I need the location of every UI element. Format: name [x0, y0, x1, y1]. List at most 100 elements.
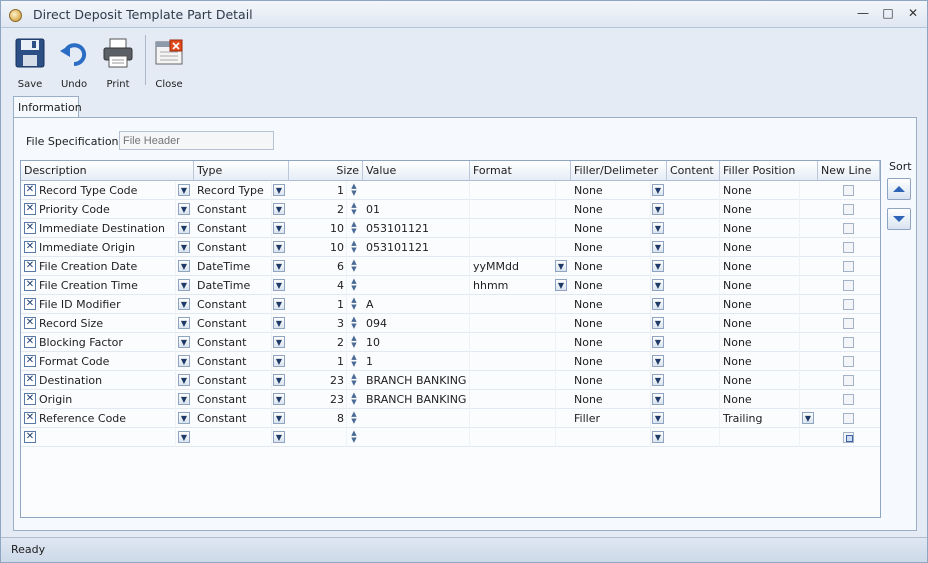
size-cell[interactable]: 2 [289, 200, 347, 219]
filler-dropdown-button[interactable]: ▼ [652, 260, 664, 272]
description-dropdown-button[interactable]: ▼ [178, 393, 190, 405]
filler-cell[interactable]: None [571, 371, 651, 390]
filler-cell[interactable]: None [571, 333, 651, 352]
print-button[interactable]: Print [98, 35, 138, 90]
table-row[interactable]: ✕ Reference Code ▼ Constant ▼ 8 ▲ ▼ Filler ▼ Trail… [21, 409, 880, 428]
new-line-checkbox[interactable] [843, 318, 854, 329]
format-cell[interactable]: hhmm [470, 276, 556, 295]
filler-cell[interactable]: None [571, 257, 651, 276]
description-dropdown-button[interactable]: ▼ [178, 431, 190, 443]
type-cell[interactable]: Constant [194, 314, 272, 333]
description-dropdown-button[interactable]: ▼ [178, 412, 190, 424]
description-dropdown-button[interactable]: ▼ [178, 241, 190, 253]
value-cell[interactable]: 10 [363, 333, 470, 352]
description-dropdown-button[interactable]: ▼ [178, 184, 190, 196]
type-dropdown-button[interactable]: ▼ [273, 241, 285, 253]
format-cell[interactable] [470, 428, 556, 447]
content-cell[interactable] [667, 428, 720, 447]
type-cell[interactable]: Constant [194, 352, 272, 371]
value-cell[interactable]: BRANCH BANKING & [363, 390, 470, 409]
type-cell[interactable]: Record Type [194, 181, 272, 200]
description-cell[interactable]: Record Size [36, 314, 176, 333]
filler-dropdown-button[interactable]: ▼ [652, 203, 664, 215]
filler-position-cell[interactable]: None [720, 276, 800, 295]
format-cell[interactable] [470, 181, 556, 200]
value-cell[interactable] [363, 257, 470, 276]
type-dropdown-button[interactable]: ▼ [273, 222, 285, 234]
size-spinner[interactable]: ▲ ▼ [349, 316, 359, 331]
save-button[interactable]: Save [10, 35, 50, 90]
table-row[interactable]: ✕ File ID Modifier ▼ Constant ▼ 1 ▲ ▼ A None ▼ None [21, 295, 880, 314]
type-cell[interactable]: DateTime [194, 257, 272, 276]
type-dropdown-button[interactable]: ▼ [273, 393, 285, 405]
new-line-checkbox[interactable] [843, 223, 854, 234]
format-cell[interactable] [470, 314, 556, 333]
file-spec-input[interactable] [119, 131, 274, 150]
size-cell[interactable]: 1 [289, 181, 347, 200]
size-cell[interactable]: 10 [289, 219, 347, 238]
filler-position-cell[interactable]: None [720, 390, 800, 409]
new-line-checkbox[interactable] [843, 299, 854, 310]
table-row[interactable]: ✕ Priority Code ▼ Constant ▼ 2 ▲ ▼ 01 None ▼ None [21, 200, 880, 219]
content-cell[interactable] [667, 409, 720, 428]
value-cell[interactable] [363, 181, 470, 200]
value-cell[interactable]: 053101121 [363, 219, 470, 238]
content-cell[interactable] [667, 238, 720, 257]
table-row[interactable]: ✕ Blocking Factor ▼ Constant ▼ 2 ▲ ▼ 10 None ▼ None [21, 333, 880, 352]
value-cell[interactable]: 01 [363, 200, 470, 219]
type-dropdown-button[interactable]: ▼ [273, 184, 285, 196]
description-dropdown-button[interactable]: ▼ [178, 260, 190, 272]
type-cell[interactable]: DateTime [194, 276, 272, 295]
new-line-checkbox[interactable] [843, 242, 854, 253]
type-cell[interactable] [194, 428, 272, 447]
size-spinner[interactable]: ▲ ▼ [349, 373, 359, 388]
filler-dropdown-button[interactable]: ▼ [652, 355, 664, 367]
filler-dropdown-button[interactable]: ▼ [652, 374, 664, 386]
type-cell[interactable]: Constant [194, 295, 272, 314]
filler-cell[interactable]: None [571, 200, 651, 219]
size-spinner[interactable]: ▲ ▼ [349, 297, 359, 312]
table-row[interactable]: ✕ Record Type Code ▼ Record Type ▼ 1 ▲ ▼ None ▼ No… [21, 181, 880, 200]
delete-row-button[interactable]: ✕ [24, 355, 36, 367]
delete-row-button[interactable]: ✕ [24, 203, 36, 215]
filler-position-cell[interactable]: None [720, 314, 800, 333]
size-cell[interactable]: 4 [289, 276, 347, 295]
filler-position-cell[interactable]: None [720, 219, 800, 238]
new-line-checkbox[interactable] [843, 337, 854, 348]
format-cell[interactable] [470, 295, 556, 314]
type-dropdown-button[interactable]: ▼ [273, 412, 285, 424]
content-cell[interactable] [667, 333, 720, 352]
type-cell[interactable]: Constant [194, 200, 272, 219]
format-dropdown-button[interactable]: ▼ [555, 260, 567, 272]
description-cell[interactable]: File Creation Date [36, 257, 176, 276]
filler-dropdown-button[interactable]: ▼ [652, 241, 664, 253]
size-cell[interactable]: 1 [289, 295, 347, 314]
description-cell[interactable]: File Creation Time [36, 276, 176, 295]
filler-cell[interactable]: None [571, 314, 651, 333]
filler-cell[interactable] [571, 428, 651, 447]
size-spinner[interactable]: ▲ ▼ [349, 278, 359, 293]
minimize-icon[interactable]: — [856, 6, 870, 20]
new-line-checkbox[interactable] [843, 261, 854, 272]
table-row[interactable]: ✕ ▼ ▼ ▲ ▼ ▼ [21, 428, 880, 447]
col-filler-position[interactable]: Filler Position [720, 161, 818, 181]
col-type[interactable]: Type [194, 161, 289, 181]
filler-cell[interactable]: None [571, 390, 651, 409]
new-line-checkbox[interactable] [843, 204, 854, 215]
filler-dropdown-button[interactable]: ▼ [652, 336, 664, 348]
filler-cell[interactable]: None [571, 181, 651, 200]
size-spinner[interactable]: ▲ ▼ [349, 430, 359, 445]
description-cell[interactable]: Reference Code [36, 409, 176, 428]
delete-row-button[interactable]: ✕ [24, 241, 36, 253]
type-dropdown-button[interactable]: ▼ [273, 374, 285, 386]
value-cell[interactable]: 094 [363, 314, 470, 333]
type-dropdown-button[interactable]: ▼ [273, 260, 285, 272]
description-dropdown-button[interactable]: ▼ [178, 279, 190, 291]
filler-dropdown-button[interactable]: ▼ [652, 279, 664, 291]
format-cell[interactable] [470, 352, 556, 371]
filler-position-dropdown-button[interactable]: ▼ [802, 412, 814, 424]
size-cell[interactable]: 3 [289, 314, 347, 333]
filler-position-cell[interactable]: None [720, 200, 800, 219]
new-line-checkbox[interactable] [843, 432, 854, 443]
size-cell[interactable]: 1 [289, 352, 347, 371]
